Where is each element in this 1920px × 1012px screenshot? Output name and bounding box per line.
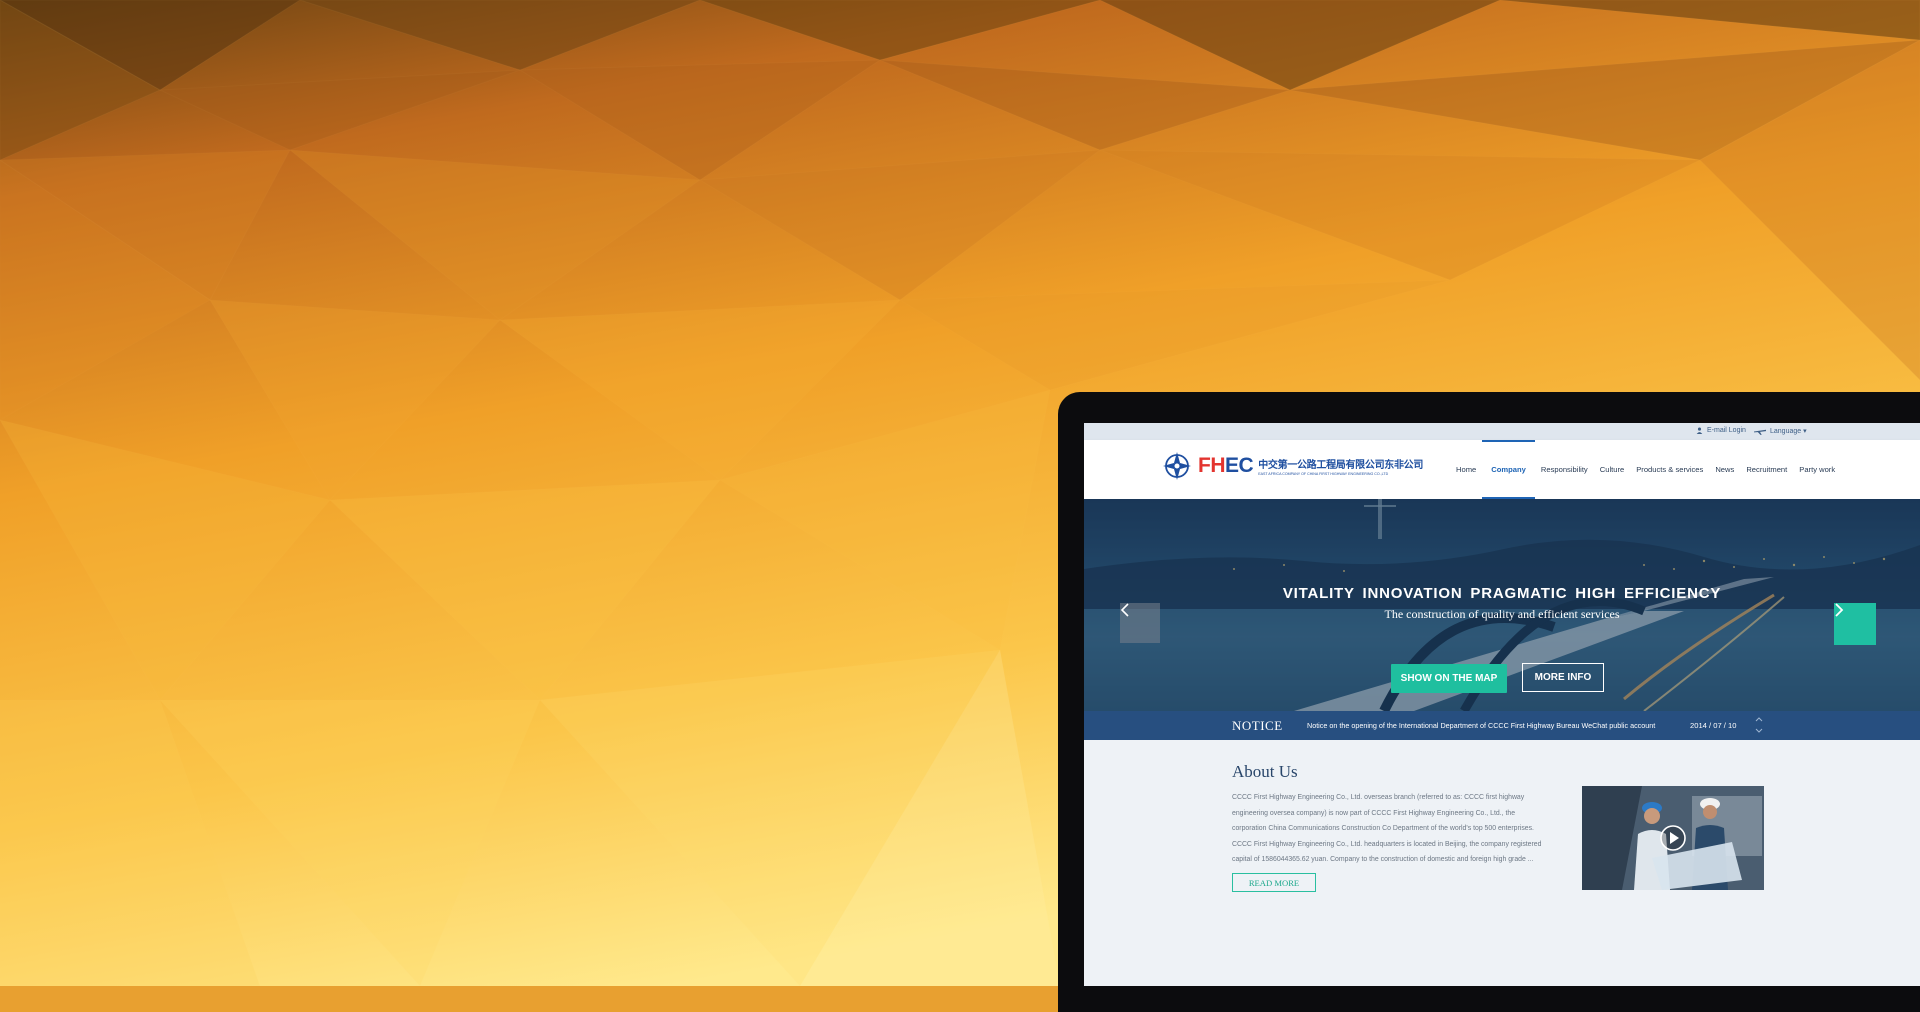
- nav-item-news[interactable]: News: [1709, 440, 1740, 499]
- email-login-label: E-mail Login: [1707, 427, 1746, 434]
- language-selector[interactable]: Language ▾: [1754, 427, 1807, 435]
- logo-brand: FHEC: [1198, 454, 1254, 478]
- video-thumbnail[interactable]: [1582, 786, 1764, 890]
- notice-bar: NOTICE Notice on the opening of the Inte…: [1084, 711, 1920, 740]
- chevron-right-icon: [1835, 603, 1844, 617]
- company-logo[interactable]: FHEC 中交第一公路工程局有限公司东非公司 EAST AFRICA COMPA…: [1162, 451, 1423, 481]
- utility-bar: E-mail Login Language ▾: [1084, 423, 1920, 440]
- nav-item-recruitment[interactable]: Recruitment: [1740, 440, 1793, 499]
- about-line: capital of 1586044365.62 yuan. Company t…: [1232, 856, 1534, 864]
- logo-brand-fh: FH: [1198, 454, 1226, 477]
- website-screen: E-mail Login Language ▾ FHEC 中交第一公路工程局有限…: [1084, 423, 1920, 986]
- user-icon: [1696, 427, 1703, 434]
- play-icon[interactable]: [1659, 824, 1687, 852]
- main-navbar: FHEC 中交第一公路工程局有限公司东非公司 EAST AFRICA COMPA…: [1084, 440, 1920, 499]
- nav-menu: Home Company Responsibility Culture Prod…: [1450, 440, 1841, 499]
- hero-subtitle: The construction of quality and efficien…: [1384, 607, 1620, 621]
- compass-logo-icon: [1163, 452, 1191, 480]
- notice-date: 2014 / 07 / 10: [1690, 721, 1737, 730]
- language-label: Language ▾: [1770, 428, 1807, 435]
- about-title: About Us: [1232, 762, 1298, 781]
- logo-english-name: EAST AFRICA COMPANY OF CHINA FIRST HIGHW…: [1258, 472, 1389, 476]
- about-line: engineering oversea company) is now part…: [1232, 809, 1516, 817]
- show-on-map-button[interactable]: SHOW ON THE MAP: [1391, 664, 1507, 693]
- nav-item-products-services[interactable]: Products & services: [1630, 440, 1709, 499]
- logo-brand-ec: EC: [1225, 454, 1254, 477]
- slider-next-button[interactable]: [1834, 603, 1876, 645]
- nav-item-culture[interactable]: Culture: [1594, 440, 1630, 499]
- email-login-link[interactable]: E-mail Login: [1696, 427, 1746, 434]
- notice-label: NOTICE: [1232, 718, 1283, 733]
- chevron-up-icon: [1755, 717, 1763, 722]
- logo-chinese-name: 中交第一公路工程局有限公司东非公司: [1258, 460, 1424, 471]
- read-more-button[interactable]: READ MORE: [1232, 873, 1316, 892]
- notice-text[interactable]: Notice on the opening of the Internation…: [1307, 721, 1655, 730]
- more-info-button[interactable]: MORE INFO: [1522, 663, 1604, 692]
- hero-title: VITALITY INNOVATION PRAGMATIC HIGH EFFIC…: [1282, 585, 1722, 602]
- nav-item-party-work[interactable]: Party work: [1793, 440, 1841, 499]
- slider-prev-button[interactable]: [1120, 603, 1160, 643]
- about-body: CCCC First Highway Engineering Co., Ltd.…: [1232, 790, 1568, 868]
- nav-item-home[interactable]: Home: [1450, 440, 1482, 499]
- notice-scroll-arrows[interactable]: [1754, 714, 1764, 736]
- logo-text: 中交第一公路工程局有限公司东非公司 EAST AFRICA COMPANY OF…: [1258, 456, 1423, 476]
- about-line: corporation China Communications Constru…: [1232, 825, 1534, 833]
- plane-icon: [1754, 429, 1766, 435]
- about-line: CCCC First Highway Engineering Co., Ltd.…: [1232, 840, 1542, 848]
- about-line: CCCC First Highway Engineering Co., Ltd.…: [1232, 794, 1525, 801]
- nav-item-responsibility[interactable]: Responsibility: [1535, 440, 1594, 499]
- chevron-down-icon: [1755, 728, 1763, 733]
- about-section: About Us CCCC First Highway Engineering …: [1084, 740, 1920, 986]
- nav-item-company[interactable]: Company: [1482, 440, 1535, 499]
- hero-banner: VITALITY INNOVATION PRAGMATIC HIGH EFFIC…: [1084, 499, 1920, 711]
- chevron-left-icon: [1120, 603, 1129, 617]
